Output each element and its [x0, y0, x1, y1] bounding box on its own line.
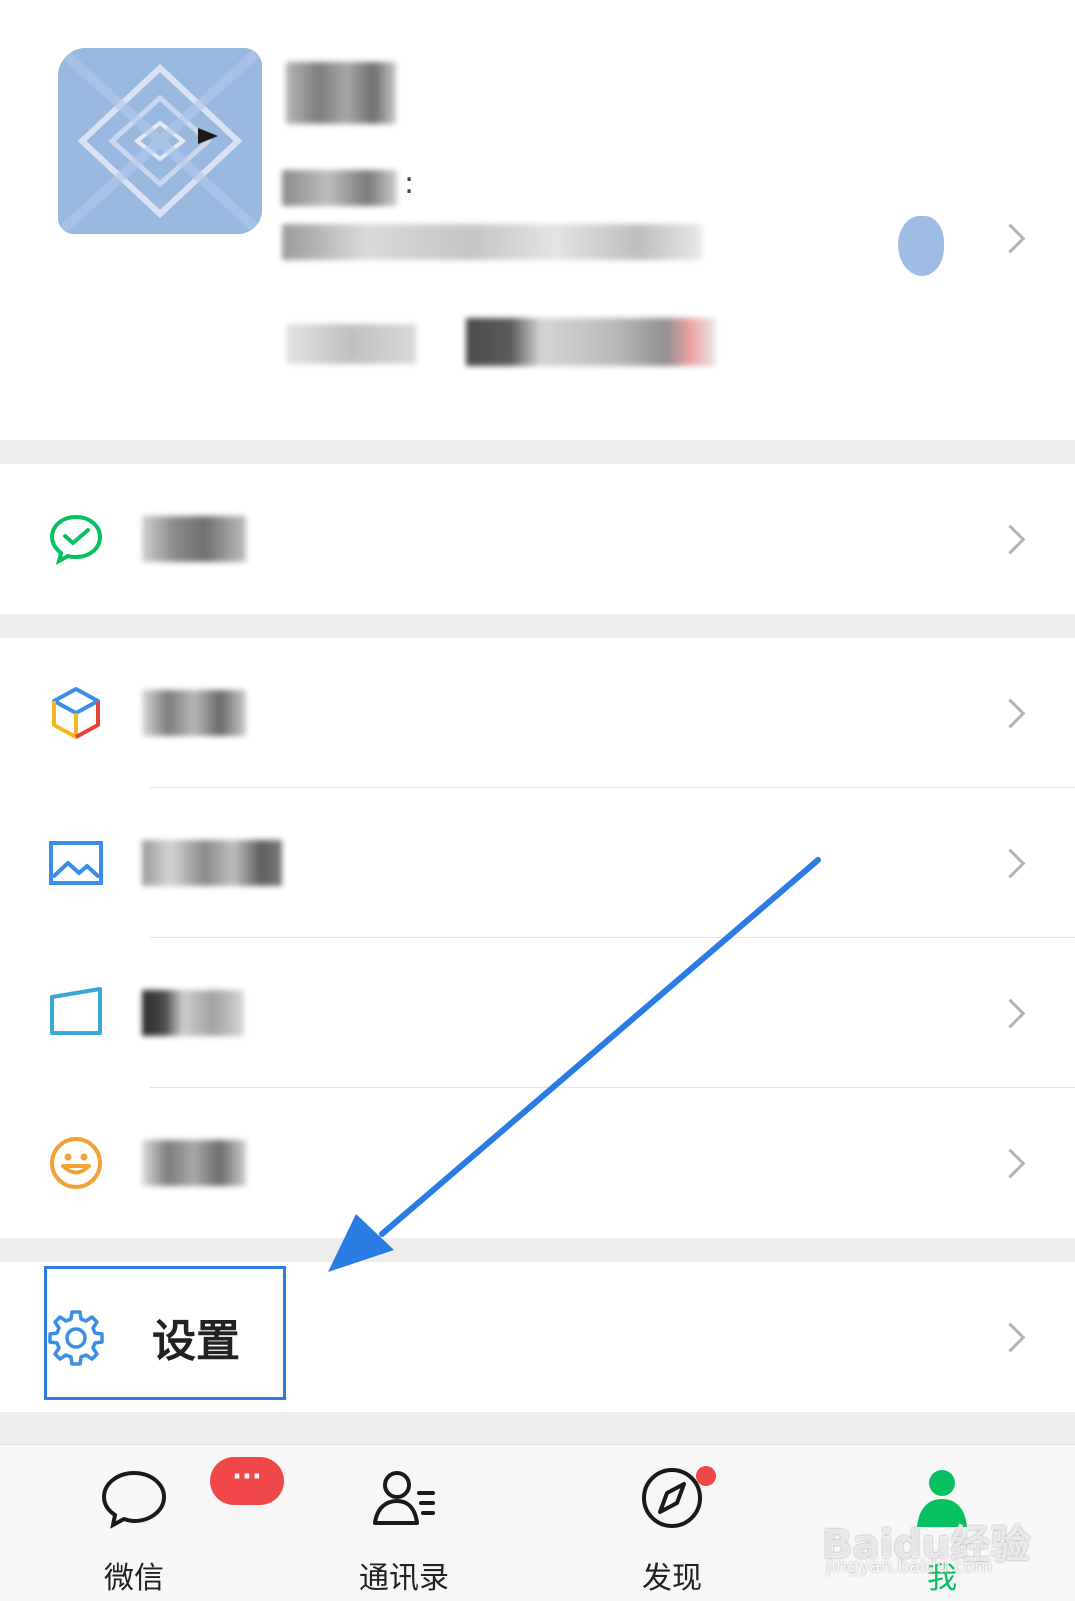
cube-icon — [52, 687, 100, 739]
menu-item-pay[interactable] — [0, 464, 1075, 614]
smiley-icon — [50, 1137, 102, 1189]
section-gap — [0, 440, 1075, 464]
friends-status-redacted[interactable] — [466, 318, 716, 366]
pay-icon — [49, 514, 103, 565]
section-gap — [0, 1412, 1075, 1444]
unread-badge: ··· — [210, 1457, 284, 1505]
chevron-right-icon — [995, 1148, 1026, 1179]
discover-notification-dot — [696, 1466, 716, 1486]
chevron-right-icon — [995, 998, 1026, 1029]
avatar[interactable] — [58, 48, 262, 234]
avatar-scribble — [58, 48, 262, 234]
chevron-right-icon — [995, 698, 1026, 729]
section-gap — [0, 614, 1075, 638]
chevron-right-icon — [995, 223, 1026, 254]
profile-card[interactable]: : — [0, 0, 1075, 440]
menu-item-stickers[interactable] — [0, 1088, 1075, 1238]
menu-label-redacted — [142, 516, 246, 562]
tab-discover-label: 发现 — [642, 1561, 702, 1596]
qr-code-icon[interactable] — [898, 216, 944, 276]
menu-label-redacted — [142, 990, 244, 1036]
chevron-right-icon — [995, 524, 1026, 555]
tab-discover[interactable]: 发现 — [592, 1445, 752, 1601]
chevron-right-icon — [995, 848, 1026, 879]
wechat-id-colon: : — [404, 166, 415, 201]
tab-contacts-label: 通讯录 — [359, 1561, 449, 1596]
contacts-icon — [373, 1471, 435, 1525]
menu-item-favorites[interactable] — [0, 638, 1075, 788]
menu-label-redacted — [142, 840, 282, 886]
menu-label-redacted — [142, 690, 246, 736]
chat-bubble-icon — [101, 1470, 167, 1529]
tab-contacts[interactable]: 通讯录 — [324, 1445, 484, 1601]
wechat-id-redacted — [282, 224, 702, 260]
menu-item-cards[interactable] — [0, 938, 1075, 1088]
section-gap — [0, 1238, 1075, 1262]
status-redacted[interactable] — [286, 324, 416, 364]
menu-item-album[interactable] — [0, 788, 1075, 938]
menu-label-redacted — [142, 1140, 246, 1186]
tab-chats[interactable]: ··· 微信 — [54, 1445, 284, 1601]
tab-chats-label: 微信 — [104, 1561, 164, 1596]
card-icon — [50, 987, 102, 1035]
watermark-url: jingyan.baidu.com — [826, 1556, 993, 1577]
image-icon — [49, 841, 103, 885]
wechat-id-label-redacted — [282, 170, 397, 206]
chevron-right-icon — [995, 1322, 1026, 1353]
settings-highlight-box — [44, 1266, 286, 1400]
nickname-redacted — [286, 62, 396, 124]
